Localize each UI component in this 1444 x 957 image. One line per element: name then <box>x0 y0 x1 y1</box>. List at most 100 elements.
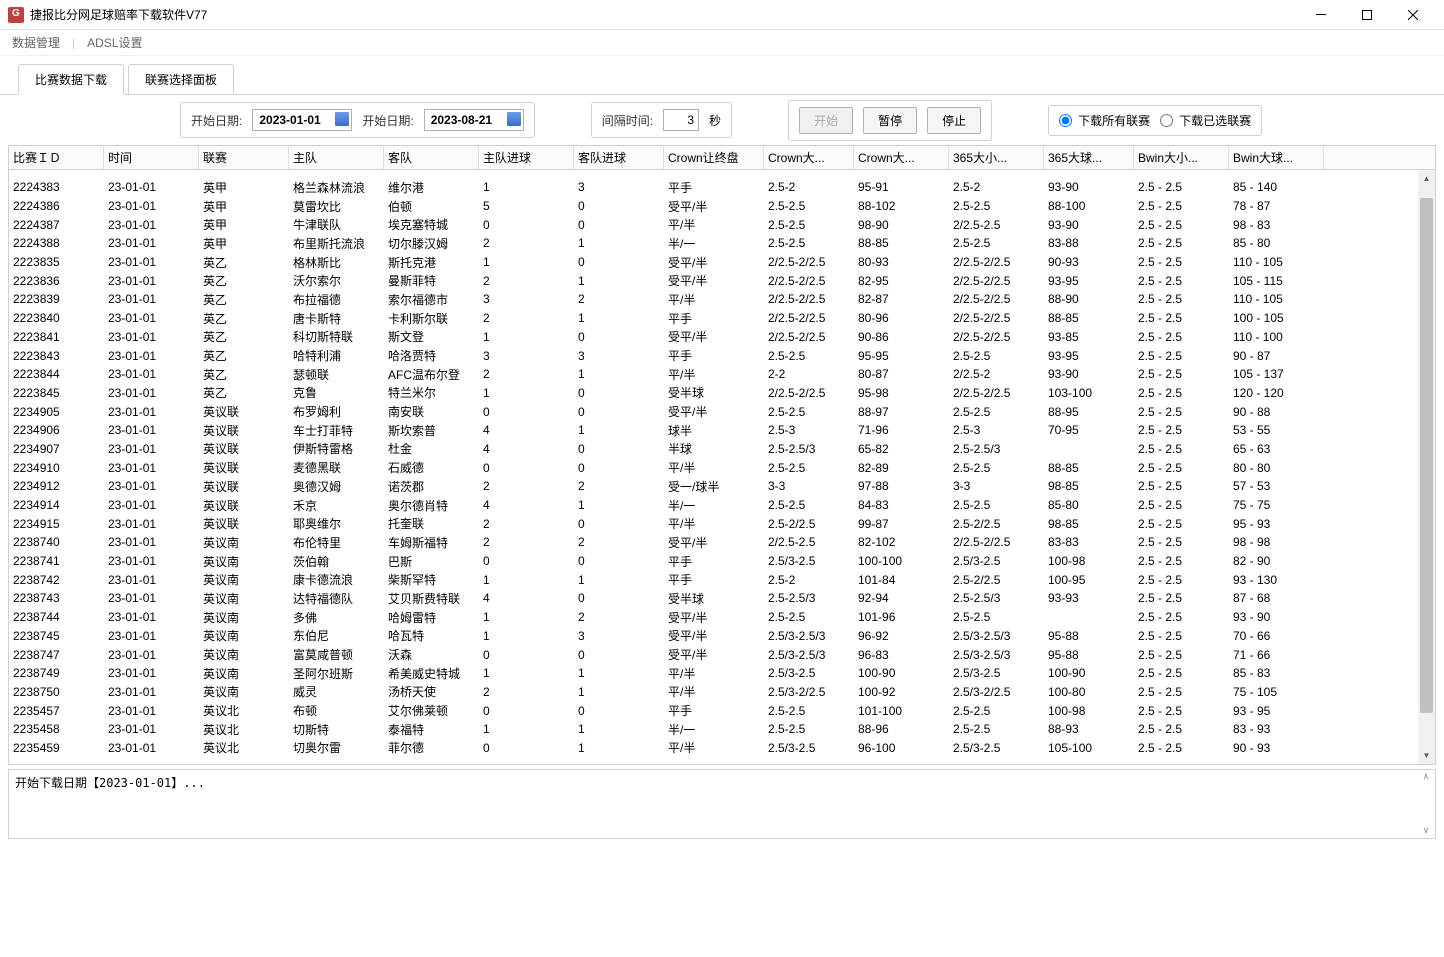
table-cell: 平手 <box>664 179 764 196</box>
table-cell: 2238750 <box>9 685 104 699</box>
table-row[interactable]: 223491023-01-01英议联麦德黑联石威德00平/半2.5-2.582-… <box>9 458 1435 477</box>
table-cell: 英议北 <box>199 721 289 738</box>
table-cell: 2223845 <box>9 386 104 400</box>
radio-all-input[interactable] <box>1059 114 1072 127</box>
column-header[interactable]: Crown大... <box>764 146 854 169</box>
table-cell: 2.5 - 2.5 <box>1134 349 1229 363</box>
close-button[interactable] <box>1390 0 1436 30</box>
table-cell: 85 - 140 <box>1229 180 1324 194</box>
table-cell: 2.5/3-2.5/3 <box>764 629 854 643</box>
column-header[interactable]: Bwin大球... <box>1229 146 1324 169</box>
table-row[interactable]: 222384023-01-01英乙唐卡斯特卡利斯尔联21平手2/2.5-2/2.… <box>9 309 1435 328</box>
table-row[interactable]: 223491523-01-01英议联耶奥维尔托奎联20平/半2.5-2/2.59… <box>9 514 1435 533</box>
table-row[interactable]: 223545823-01-01英议北切斯特泰福特11半/一2.5-2.588-9… <box>9 720 1435 739</box>
column-header[interactable]: 比赛ＩＤ <box>9 146 104 169</box>
table-row[interactable]: 223545723-01-01英议北布顿艾尔佛莱顿00平手2.5-2.5101-… <box>9 701 1435 720</box>
table-cell: 平/半 <box>664 216 764 233</box>
table-row[interactable]: 223874323-01-01英议南达特福德队艾贝斯费特联40受半球2.5-2.… <box>9 589 1435 608</box>
table-row[interactable]: 223491423-01-01英议联禾京奥尔德肖特41半/一2.5-2.584-… <box>9 496 1435 515</box>
column-header[interactable]: 主队进球 <box>479 146 574 169</box>
table-row[interactable]: 222384123-01-01英乙科切斯特联斯文登10受平/半2/2.5-2/2… <box>9 328 1435 347</box>
table-cell: 23-01-01 <box>104 349 199 363</box>
pause-button[interactable]: 暂停 <box>863 107 917 134</box>
table-row[interactable]: 222438723-01-01英甲牛津联队埃克塞特城00平/半2.5-2.598… <box>9 215 1435 234</box>
table-row[interactable]: 223874023-01-01英议南布伦特里车姆斯福特22受平/半2/2.5-2… <box>9 533 1435 552</box>
column-header[interactable]: 365大小... <box>949 146 1044 169</box>
scroll-up-arrow[interactable]: ▲ <box>1418 170 1435 187</box>
calendar-icon[interactable] <box>507 112 521 126</box>
table-cell: 2.5-2.5 <box>949 722 1044 736</box>
table-row[interactable]: 222384423-01-01英乙瑟顿联AFC温布尔登21平/半2-280-87… <box>9 365 1435 384</box>
table-row[interactable]: 223490623-01-01英议联车士打菲特斯坎索普41球半2.5-371-9… <box>9 421 1435 440</box>
table-cell: 80-96 <box>854 311 949 325</box>
table-cell: 希美威史特城 <box>384 665 479 682</box>
table-row[interactable]: 222438623-01-01英甲莫雷坎比伯顿50受平/半2.5-2.588-1… <box>9 197 1435 216</box>
table-row[interactable] <box>9 170 1435 178</box>
table-body[interactable]: 222438323-01-01英甲格兰森林流浪维尔港13平手2.5-295-91… <box>9 170 1435 765</box>
interval-input[interactable] <box>663 109 699 131</box>
table-row[interactable]: 222438823-01-01英甲布里斯托流浪切尔滕汉姆21半/一2.5-2.5… <box>9 234 1435 253</box>
minimize-button[interactable] <box>1298 0 1344 30</box>
column-header[interactable]: 联赛 <box>199 146 289 169</box>
table-row[interactable]: 223875023-01-01英议南威灵汤桥天使21平/半2.5/3-2/2.5… <box>9 683 1435 702</box>
radio-download-all[interactable]: 下载所有联赛 <box>1059 112 1150 129</box>
table-row[interactable]: 223874123-01-01英议南茨伯翰巴斯00平手2.5/3-2.5100-… <box>9 552 1435 571</box>
log-scroll-down-icon[interactable]: ∨ <box>1423 826 1428 836</box>
log-scroll-up-icon[interactable]: ∧ <box>1423 772 1428 782</box>
scroll-thumb[interactable] <box>1420 198 1433 713</box>
stop-button[interactable]: 停止 <box>927 107 981 134</box>
column-header[interactable]: Crown大... <box>854 146 949 169</box>
table-cell: 23-01-01 <box>104 498 199 512</box>
table-row[interactable]: 223545923-01-01英议北切奥尔雷菲尔德01平/半2.5/3-2.59… <box>9 739 1435 758</box>
table-row[interactable]: 223490523-01-01英议联布罗姆利南安联00受平/半2.5-2.588… <box>9 402 1435 421</box>
scroll-track[interactable] <box>1418 187 1435 747</box>
table-cell: 82-87 <box>854 292 949 306</box>
table-cell: 康卡德流浪 <box>289 571 384 588</box>
table-row[interactable]: 222383623-01-01英乙沃尔索尔曼斯菲特21受平/半2/2.5-2/2… <box>9 271 1435 290</box>
column-header[interactable]: 365大球... <box>1044 146 1134 169</box>
table-cell: 1 <box>479 180 574 194</box>
tab-league-panel[interactable]: 联赛选择面板 <box>128 64 234 94</box>
table-row[interactable]: 223874423-01-01英议南多佛哈姆雷特12受平/半2.5-2.5101… <box>9 608 1435 627</box>
tab-download-data[interactable]: 比赛数据下载 <box>18 64 124 95</box>
table-row[interactable]: 222384323-01-01英乙哈特利浦哈洛贾特33平手2.5-2.595-9… <box>9 346 1435 365</box>
column-header[interactable]: Crown让终盘 <box>664 146 764 169</box>
column-header[interactable]: 客队 <box>384 146 479 169</box>
table-cell: 艾贝斯费特联 <box>384 590 479 607</box>
table-row[interactable]: 223874523-01-01英议南东伯尼哈瓦特13受平/半2.5/3-2.5/… <box>9 627 1435 646</box>
table-cell: 0 <box>479 218 574 232</box>
table-cell: 100-92 <box>854 685 949 699</box>
column-header[interactable]: 主队 <box>289 146 384 169</box>
table-row[interactable]: 223874923-01-01英议南圣阿尔班斯希美威史特城11平/半2.5/3-… <box>9 664 1435 683</box>
table-row[interactable]: 223874723-01-01英议南富莫咸普顿沃森00受平/半2.5/3-2.5… <box>9 645 1435 664</box>
scroll-down-arrow[interactable]: ▼ <box>1418 747 1435 764</box>
radio-selected-input[interactable] <box>1160 114 1173 127</box>
table-cell: 2.5/3-2.5 <box>764 741 854 755</box>
table-row[interactable]: 223874223-01-01英议南康卡德流浪柴斯罕特11平手2.5-2101-… <box>9 570 1435 589</box>
column-header[interactable]: 时间 <box>104 146 199 169</box>
vertical-scrollbar[interactable]: ▲ ▼ <box>1418 170 1435 764</box>
table-row[interactable]: 223491223-01-01英议联奥德汉姆诺茨郡22受一/球半3-397-88… <box>9 477 1435 496</box>
table-cell: 2.5-2.5/3 <box>949 591 1044 605</box>
table-cell: 英议南 <box>199 609 289 626</box>
table-row[interactable]: 222383523-01-01英乙格林斯比斯托克港10受平/半2/2.5-2/2… <box>9 253 1435 272</box>
column-header[interactable]: Bwin大小... <box>1134 146 1229 169</box>
table-cell: 2238743 <box>9 591 104 605</box>
table-row[interactable]: 222383923-01-01英乙布拉福德索尔福德市32平/半2/2.5-2/2… <box>9 290 1435 309</box>
table-cell: 100-98 <box>1044 704 1134 718</box>
menu-adsl[interactable]: ADSL设置 <box>83 34 146 51</box>
radio-download-selected[interactable]: 下载已选联赛 <box>1160 112 1251 129</box>
calendar-icon[interactable] <box>335 112 349 126</box>
table-row[interactable]: 222438323-01-01英甲格兰森林流浪维尔港13平手2.5-295-91… <box>9 178 1435 197</box>
menu-data-manage[interactable]: 数据管理 <box>8 34 64 51</box>
column-header[interactable]: 客队进球 <box>574 146 664 169</box>
maximize-button[interactable] <box>1344 0 1390 30</box>
table-row[interactable]: 223490723-01-01英议联伊斯特雷格杜金40半球2.5-2.5/365… <box>9 440 1435 459</box>
table-cell: 23-01-01 <box>104 199 199 213</box>
start-button[interactable]: 开始 <box>799 107 853 134</box>
table-cell: 2-2 <box>764 367 854 381</box>
table-cell: 伊斯特雷格 <box>289 440 384 457</box>
table-row[interactable]: 222384523-01-01英乙克鲁特兰米尔10受半球2/2.5-2/2.59… <box>9 384 1435 403</box>
table-cell: 2/2.5-2/2.5 <box>764 386 854 400</box>
table-cell: 0 <box>574 386 664 400</box>
